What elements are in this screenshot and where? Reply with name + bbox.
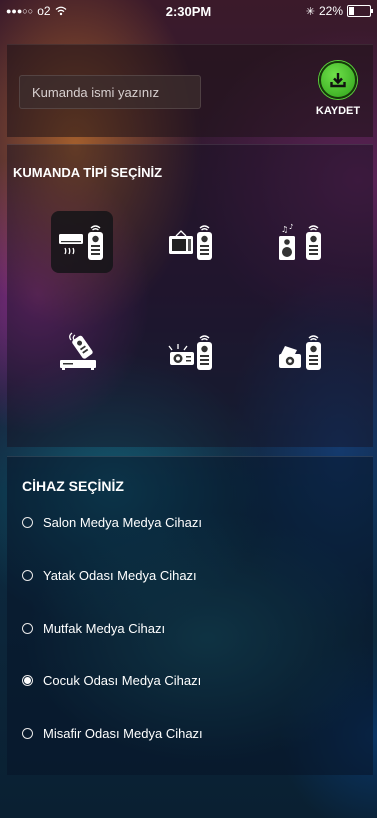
device-option-label: Salon Medya Medya Cihazı <box>43 515 202 530</box>
device-option-label: Mutfak Medya Cihazı <box>43 621 166 636</box>
device-select-panel: CİHAZ SEÇİNİZ Salon Medya Medya Cihazı Y… <box>7 456 373 775</box>
download-icon <box>319 61 357 99</box>
save-button-label: KAYDET <box>315 105 361 117</box>
device-option-label: Yatak Odası Medya Cihazı <box>43 568 197 583</box>
radio-button-selected[interactable] <box>22 675 33 686</box>
camera-remote-icon[interactable] <box>269 321 331 383</box>
battery-icon <box>347 5 373 17</box>
device-option-salon[interactable]: Salon Medya Medya Cihazı <box>22 515 202 530</box>
battery-percent: 22% <box>318 4 343 18</box>
status-bar: ●●●○○ o2 2:30PM ✳ 22% <box>0 0 377 22</box>
device-option-cocuk-odasi[interactable]: Cocuk Odası Medya Cihazı <box>22 673 201 688</box>
radio-button[interactable] <box>22 623 33 634</box>
tv-remote-icon[interactable] <box>160 211 222 273</box>
save-button[interactable]: KAYDET <box>308 61 368 117</box>
set-top-box-remote-icon[interactable] <box>51 321 113 383</box>
name-panel: KAYDET <box>7 44 373 137</box>
svg-text:♪: ♪ <box>289 223 293 231</box>
device-option-misafir-odasi[interactable]: Misafir Odası Medya Cihazı <box>22 726 203 741</box>
remote-type-panel: KUMANDA TİPİ SEÇİNİZ ♫ ♪ <box>7 144 373 447</box>
bluetooth-icon: ✳ <box>305 5 315 18</box>
svg-text:♫: ♫ <box>281 225 288 234</box>
device-select-title: CİHAZ SEÇİNİZ <box>22 478 124 494</box>
radio-button[interactable] <box>22 517 33 528</box>
radio-button[interactable] <box>22 570 33 581</box>
remote-type-title: KUMANDA TİPİ SEÇİNİZ <box>13 165 163 180</box>
speaker-remote-icon[interactable]: ♫ ♪ <box>269 211 331 273</box>
device-option-label: Cocuk Odası Medya Cihazı <box>43 673 202 688</box>
device-option-yatak-odasi[interactable]: Yatak Odası Medya Cihazı <box>22 568 197 583</box>
device-option-label: Misafir Odası Medya Cihazı <box>43 726 203 741</box>
radio-button[interactable] <box>22 728 33 739</box>
device-option-mutfak[interactable]: Mutfak Medya Cihazı <box>22 621 165 636</box>
projector-remote-icon[interactable] <box>160 321 222 383</box>
remote-name-input[interactable] <box>19 75 201 109</box>
air-conditioner-remote-icon[interactable] <box>51 211 113 273</box>
